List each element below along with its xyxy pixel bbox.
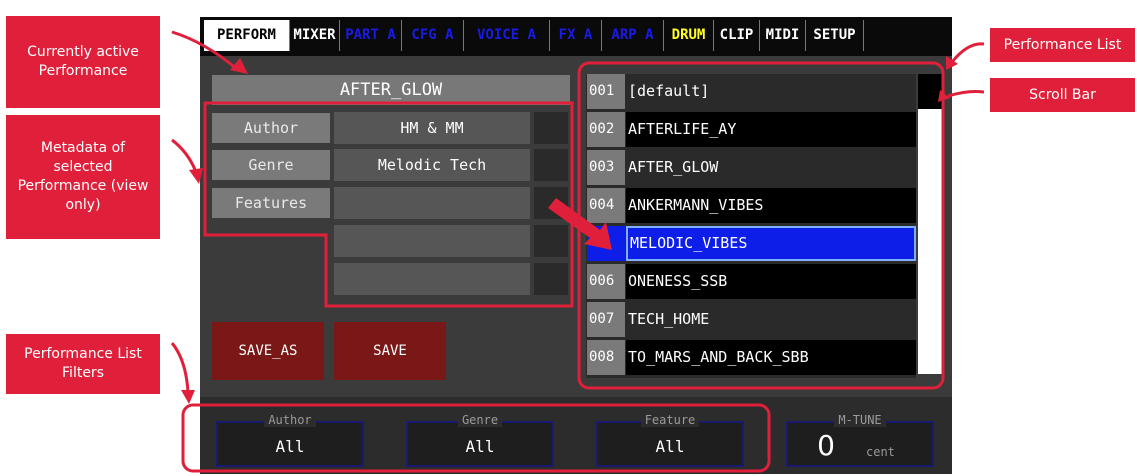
features-side-cell-2	[534, 225, 568, 257]
features-side-cell-1	[534, 187, 568, 219]
save-button[interactable]: SAVE	[334, 322, 446, 380]
performance-name: AFTERLIFE_AY	[626, 112, 916, 147]
genre-label: Genre	[212, 150, 330, 180]
performance-list-row[interactable]: 007 TECH_HOME	[586, 302, 916, 337]
features-label: Features	[212, 188, 330, 218]
genre-side-cell	[534, 149, 568, 181]
author-filter-value: All	[275, 437, 305, 456]
tab-setup[interactable]: SETUP	[806, 20, 864, 51]
performance-number: 003	[587, 150, 625, 185]
callout-scroll-bar: Scroll Bar	[990, 78, 1135, 112]
filters-leader	[170, 342, 190, 393]
performance-list-row[interactable]: 003 AFTER_GLOW	[586, 150, 916, 185]
callout-performance-list: Performance List	[990, 28, 1135, 62]
genre-filter[interactable]: Genre All	[396, 411, 564, 467]
performance-list: 001 [default] 002 AFTERLIFE_AY 003 AFTER_GLOW…	[586, 74, 916, 378]
metadata-leader	[171, 138, 198, 173]
mtune-value: 0	[817, 429, 835, 462]
callout-metadata: Metadata of selected Performance (view o…	[6, 115, 160, 239]
author-value: HM & MM	[334, 112, 530, 144]
performance-name: [default]	[626, 74, 916, 109]
features-side-cell-3	[534, 263, 568, 295]
performance-name: TECH_HOME	[626, 302, 916, 337]
performance-name: TO_MARS_AND_BACK_SBB	[626, 340, 916, 375]
features-value-3	[334, 263, 530, 295]
performance-name: ANKERMANN_VIBES	[626, 188, 916, 223]
author-side-cell	[534, 112, 568, 144]
performance-number: 008	[587, 340, 625, 375]
scroll-thumb[interactable]	[918, 74, 942, 109]
mtune-unit: cent	[866, 445, 895, 459]
current-performance-title: AFTER_GLOW	[212, 75, 570, 105]
performance-list-row[interactable]: 001 [default]	[586, 74, 916, 109]
mtune-label: M-TUNE	[834, 413, 886, 427]
scroll-bar-leader	[947, 90, 985, 98]
filter-panel: Author All Genre All Feature All M-TUNE …	[200, 397, 952, 474]
features-value-2	[334, 225, 530, 257]
callout-list-filters: Performance List Filters	[6, 334, 160, 394]
tab-voice-a[interactable]: VOICE A	[464, 20, 550, 51]
tab-arp-a[interactable]: ARP A	[602, 20, 664, 51]
feature-filter[interactable]: Feature All	[586, 411, 754, 467]
performance-number: 006	[587, 264, 625, 299]
tab-drum[interactable]: DRUM	[664, 20, 714, 51]
tab-clip[interactable]: CLIP	[714, 20, 760, 51]
author-label: Author	[212, 113, 330, 143]
performance-list-row[interactable]: 004 ANKERMANN_VIBES	[586, 188, 916, 223]
performance-number: 007	[587, 302, 625, 337]
scroll-bar[interactable]	[918, 74, 942, 374]
tab-midi[interactable]: MIDI	[760, 20, 806, 51]
performance-number: 004	[587, 188, 625, 223]
performance-list-row[interactable]: 006 ONENESS_SSB	[586, 264, 916, 299]
performance-number: 002	[587, 112, 625, 147]
genre-filter-label: Genre	[457, 413, 503, 427]
performance-name: ONENESS_SSB	[626, 264, 916, 299]
tab-cfg-a[interactable]: CFG A	[402, 20, 464, 51]
genre-filter-value: All	[465, 437, 495, 456]
tab-bar: PERFORM MIXER PART A CFG A VOICE A FX A ARP AD…	[200, 17, 952, 56]
tab-perform[interactable]: PERFORM	[204, 20, 290, 51]
author-filter-label: Author	[264, 413, 316, 427]
tab-fx-a[interactable]: FX A	[550, 20, 602, 51]
genre-value: Melodic Tech	[334, 149, 530, 181]
feature-filter-label: Feature	[640, 413, 700, 427]
filters-arrowhead	[181, 390, 195, 404]
feature-filter-value: All	[655, 437, 685, 456]
features-value-1	[334, 187, 530, 219]
mtune-control[interactable]: M-TUNE 0 cent	[776, 411, 944, 467]
tab-part-a[interactable]: PART A	[340, 20, 402, 51]
save-as-button[interactable]: SAVE_AS	[212, 322, 324, 380]
performance-list-row[interactable]: 005 MELODIC_VIBES	[586, 226, 916, 261]
performance-number: 005	[587, 226, 625, 261]
callout-current-performance: Currently active Performance	[6, 16, 160, 108]
tab-mixer[interactable]: MIXER	[290, 20, 340, 51]
performance-name: MELODIC_VIBES	[626, 226, 916, 261]
performance-list-row[interactable]: 008 TO_MARS_AND_BACK_SBB	[586, 340, 916, 375]
performance-list-leader	[950, 42, 985, 63]
performance-name: AFTER_GLOW	[626, 150, 916, 185]
performance-list-row[interactable]: 002 AFTERLIFE_AY	[586, 112, 916, 147]
synth-screen: PERFORM MIXER PART A CFG A VOICE A FX A ARP AD…	[200, 17, 952, 474]
performance-number: 001	[587, 74, 625, 109]
author-filter[interactable]: Author All	[206, 411, 374, 467]
